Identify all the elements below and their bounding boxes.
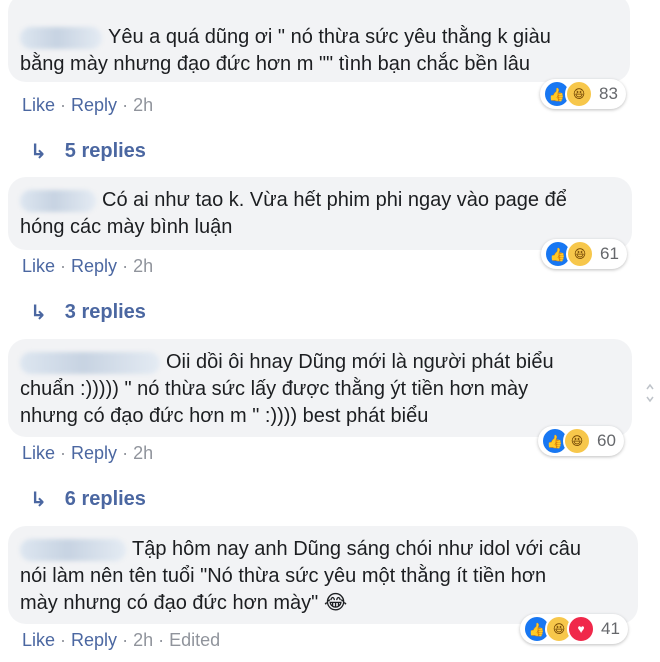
like-link[interactable]: Like (22, 256, 55, 276)
reply-arrow-icon: ↳ (30, 141, 47, 163)
like-link[interactable]: Like (22, 95, 55, 115)
reply-link[interactable]: Reply (71, 443, 117, 463)
comment-bubble: Có ai như tao k. Vừa hết phim phi ngay v… (8, 177, 632, 250)
reply-arrow-icon: ↳ (30, 302, 47, 324)
reactions-summary[interactable]: 👍 😆 61 (541, 239, 627, 269)
timestamp[interactable]: 2h (133, 630, 153, 650)
reactions-summary[interactable]: 👍 😆 83 (540, 79, 626, 109)
reaction-count: 83 (599, 84, 618, 103)
comment-text: Yêu a quá dũng ơi " nó thừa sức yêu thằn… (20, 26, 551, 75)
commenter-name-blurred[interactable] (20, 189, 96, 212)
comment-bubble: Yêu a quá dũng ơi " nó thừa sức yêu thằn… (8, 0, 630, 82)
commenter-name-blurred[interactable] (20, 351, 160, 374)
commenter-name-blurred[interactable] (20, 26, 102, 49)
timestamp[interactable]: 2h (133, 95, 153, 115)
comment-bubble: Tập hôm nay anh Dũng sáng chói như idol … (8, 526, 638, 624)
tears-of-joy-emoji: 😂 (323, 592, 348, 614)
reactions-summary[interactable]: 👍 😆 ♥ 41 (520, 614, 628, 644)
reaction-count: 60 (597, 431, 616, 450)
comment-actions: Like · Reply · 2h (22, 256, 154, 276)
like-link[interactable]: Like (22, 630, 55, 650)
timestamp[interactable]: 2h (133, 256, 153, 276)
timestamp[interactable]: 2h (133, 443, 153, 463)
comment-actions: Like · Reply · 2h (22, 443, 154, 463)
comment-actions: Like · Reply · 2h · Edited (22, 630, 221, 650)
like-link[interactable]: Like (22, 443, 55, 463)
scroll-indicator-icon[interactable] (646, 382, 654, 404)
comment-text: Có ai như tao k. Vừa hết phim phi ngay v… (20, 189, 567, 238)
reply-arrow-icon: ↳ (30, 489, 47, 511)
reaction-count: 41 (601, 619, 620, 638)
reply-link[interactable]: Reply (71, 256, 117, 276)
view-replies-link[interactable]: ↳ 5 replies (30, 139, 146, 164)
edited-label[interactable]: Edited (169, 630, 220, 650)
comment-text: Oii dồi ôi hnay Dũng mới là người phát b… (20, 351, 554, 427)
love-reaction-icon: ♥ (567, 615, 595, 643)
haha-reaction-icon: 😆 (563, 427, 591, 455)
view-replies-link[interactable]: ↳ 6 replies (30, 487, 146, 512)
commenter-name-blurred[interactable] (20, 538, 126, 561)
comment-text: Tập hôm nay anh Dũng sáng chói như idol … (20, 538, 581, 614)
reply-link[interactable]: Reply (71, 95, 117, 115)
comment-bubble: Oii dồi ôi hnay Dũng mới là người phát b… (8, 339, 632, 437)
reaction-count: 61 (600, 244, 619, 263)
comment-actions: Like · Reply · 2h (22, 95, 154, 115)
reply-link[interactable]: Reply (71, 630, 117, 650)
reactions-summary[interactable]: 👍 😆 60 (538, 426, 624, 456)
haha-reaction-icon: 😆 (565, 80, 593, 108)
haha-reaction-icon: 😆 (566, 240, 594, 268)
view-replies-link[interactable]: ↳ 3 replies (30, 300, 146, 325)
